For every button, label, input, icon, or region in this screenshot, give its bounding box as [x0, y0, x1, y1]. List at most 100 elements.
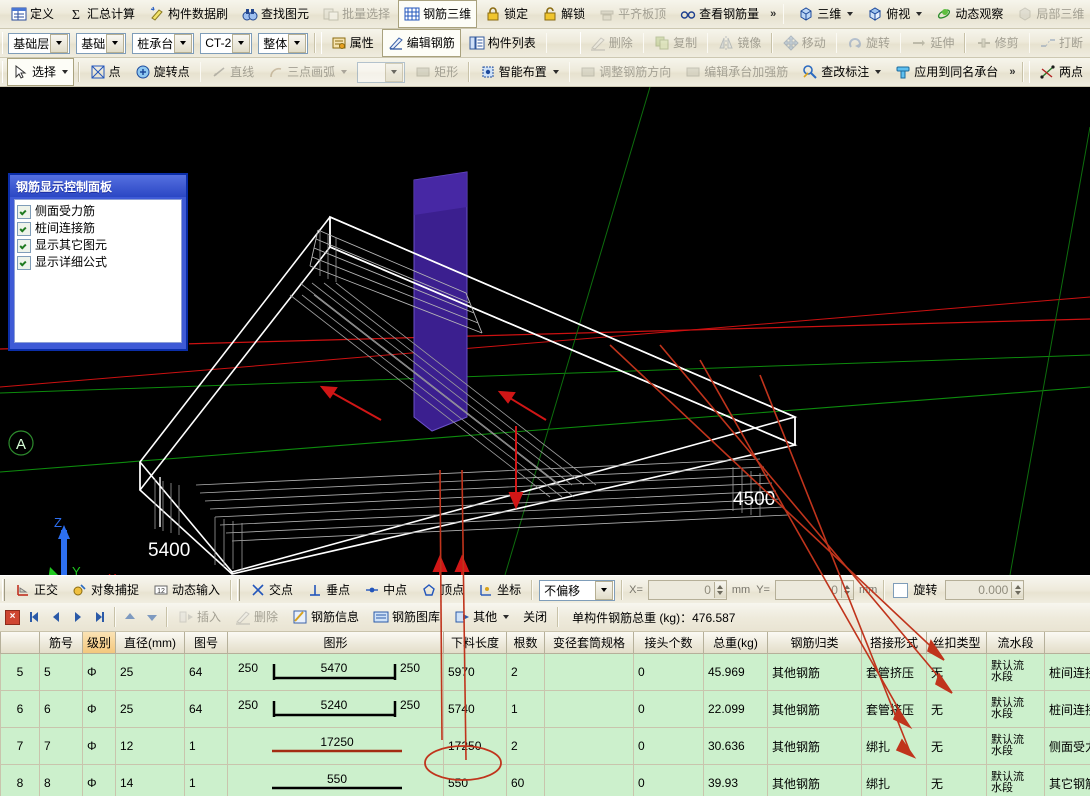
cell-beizhu[interactable]: 桩间连接筋3 — [1045, 691, 1090, 728]
cell-genshu[interactable]: 60 — [507, 765, 545, 796]
cell-guilei[interactable]: 其他钢筋 — [768, 765, 862, 796]
cell-xialiao[interactable]: 17250 — [444, 728, 507, 765]
chevron-down-icon[interactable] — [916, 12, 922, 16]
snap-coordinate-icon[interactable]: 坐标 — [472, 576, 527, 604]
snap-vertex-icon[interactable]: 顶点 — [415, 576, 470, 604]
cell-beizhu[interactable]: 桩间连接筋3 — [1045, 654, 1090, 691]
chevron-down-icon[interactable] — [232, 34, 250, 53]
column-header-jietou[interactable]: 接头个数 — [634, 632, 704, 654]
grid-close-button[interactable]: 关闭 — [517, 603, 553, 631]
toolbar-grip[interactable] — [2, 32, 3, 54]
cell-beizhu[interactable]: 其它钢筋 — [1045, 765, 1090, 796]
cell-zhijing[interactable]: 14 — [116, 765, 185, 796]
draw-rotate-point-icon[interactable]: 旋转点 — [129, 58, 196, 86]
main-unlock-icon[interactable]: 解锁 — [536, 0, 591, 28]
cell-genshu[interactable]: 2 — [507, 728, 545, 765]
cell-zhijing[interactable]: 12 — [116, 728, 185, 765]
cell-biantao[interactable] — [545, 728, 634, 765]
combo-offset[interactable]: 不偏移 — [539, 580, 615, 601]
cell-tuhao[interactable]: 64 — [185, 654, 228, 691]
view-cube-icon[interactable]: 三维 — [792, 0, 859, 28]
rebar-option-row[interactable]: 侧面受力筋 — [17, 203, 179, 220]
draw-check-annot-icon[interactable]: 查改标注 — [796, 58, 887, 86]
cell-beizhu[interactable]: 侧面受力筋 — [1045, 728, 1090, 765]
cell-sikou[interactable]: 无 — [927, 654, 987, 691]
toolbar-grip[interactable] — [237, 579, 241, 601]
nav-down-button[interactable] — [141, 607, 163, 627]
cell-zongzhong[interactable]: 30.636 — [704, 728, 768, 765]
cell-jibie[interactable]: Φ — [83, 691, 116, 728]
cell-dajie[interactable]: 套管挤压 — [862, 654, 927, 691]
panel-close-button[interactable]: × — [5, 610, 20, 625]
rebar-display-control-panel[interactable]: 钢筋显示控制面板 侧面受力筋桩间连接筋显示其它图元显示详细公式 — [8, 173, 188, 351]
nav-edit-rebar-icon[interactable]: 编辑钢筋 — [382, 29, 461, 57]
combo-display-mode[interactable]: 整体 — [258, 33, 308, 54]
cell-genshu[interactable]: 2 — [507, 654, 545, 691]
toolbar-grip[interactable] — [1029, 61, 1031, 83]
y-coordinate-input[interactable]: 0 — [775, 580, 854, 600]
toolbar-grip[interactable] — [2, 579, 6, 601]
column-header-jibie[interactable]: 级别 — [83, 632, 116, 654]
column-header-jinhao[interactable]: 筋号 — [40, 632, 83, 654]
combo-member-type[interactable]: 桩承台 — [132, 33, 194, 54]
cell-liushui[interactable]: 默认流水段 — [987, 654, 1045, 691]
cell-liushui[interactable]: 默认流水段 — [987, 691, 1045, 728]
main-brush-icon[interactable]: 构件数据刷 — [143, 0, 234, 28]
draw-smart-layout-icon[interactable]: 智能布置 — [474, 58, 565, 86]
rebar-option-row[interactable]: 显示其它图元 — [17, 237, 179, 254]
status-snap-icon[interactable]: 对象捕捉 — [66, 576, 145, 604]
cell-zongzhong[interactable]: 22.099 — [704, 691, 768, 728]
cell-jietou[interactable]: 0 — [634, 728, 704, 765]
snap-midpoint-icon[interactable]: 中点 — [358, 576, 413, 604]
cell-dajie[interactable]: 绑扎 — [862, 765, 927, 796]
cell-biantao[interactable] — [545, 654, 634, 691]
rebar-option-row[interactable]: 显示详细公式 — [17, 254, 179, 271]
view-orbit-icon[interactable]: 动态观察 — [930, 0, 1009, 28]
rotate-checkbox[interactable] — [893, 583, 908, 598]
cell-biantao[interactable] — [545, 765, 634, 796]
rebar-option-row[interactable]: 桩间连接筋 — [17, 220, 179, 237]
cell-tuxing[interactable]: 2505240250 — [228, 691, 444, 728]
main-lock-icon[interactable]: 锁定 — [479, 0, 534, 28]
spinner-arrows[interactable] — [1011, 582, 1023, 598]
row-header[interactable]: 6 — [1, 691, 40, 728]
chevron-down-icon[interactable] — [174, 34, 192, 53]
cell-guilei[interactable]: 其他钢筋 — [768, 654, 862, 691]
combo-member-name[interactable]: CT-2 — [200, 33, 252, 54]
checkbox-0[interactable] — [17, 205, 31, 219]
cell-jibie[interactable]: Φ — [83, 728, 116, 765]
grid-rebar-info-icon[interactable]: 钢筋信息 — [286, 603, 365, 631]
cell-jinhao[interactable]: 8 — [40, 765, 83, 796]
draw-cursor-icon[interactable]: 选择 — [7, 58, 74, 86]
cell-tuxing[interactable]: 550 — [228, 765, 444, 796]
chevron-down-icon[interactable] — [503, 615, 509, 619]
column-header-dajie[interactable]: 搭接形式 — [862, 632, 927, 654]
nav-member-list-icon[interactable]: 构件列表 — [463, 29, 542, 57]
cell-tuxing[interactable]: 17250 — [228, 728, 444, 765]
nav-up-button[interactable] — [119, 607, 141, 627]
column-header-guilei[interactable]: 钢筋归类 — [768, 632, 862, 654]
cell-jinhao[interactable]: 7 — [40, 728, 83, 765]
cell-tuhao[interactable]: 1 — [185, 765, 228, 796]
column-header-tuhao[interactable]: 图号 — [185, 632, 228, 654]
cell-jinhao[interactable]: 6 — [40, 691, 83, 728]
main-rebar-3d-icon[interactable]: 钢筋三维 — [398, 0, 477, 28]
row-header[interactable]: 5 — [1, 654, 40, 691]
cell-jibie[interactable]: Φ — [83, 765, 116, 796]
column-header-tuxing[interactable]: 图形 — [228, 632, 444, 654]
chevron-down-icon[interactable] — [595, 581, 613, 600]
cell-guilei[interactable]: 其他钢筋 — [768, 728, 862, 765]
column-header-genshu[interactable]: 根数 — [507, 632, 545, 654]
column-header-rowno[interactable] — [1, 632, 40, 654]
cell-sikou[interactable]: 无 — [927, 765, 987, 796]
spinner-arrows[interactable] — [841, 582, 853, 598]
cell-liushui[interactable]: 默认流水段 — [987, 765, 1045, 796]
cell-xialiao[interactable]: 5740 — [444, 691, 507, 728]
cell-genshu[interactable]: 1 — [507, 691, 545, 728]
view-topview-icon[interactable]: 俯视 — [861, 0, 928, 28]
rotate-value-input[interactable]: 0.000 — [945, 580, 1024, 600]
row-header[interactable]: 7 — [1, 728, 40, 765]
cell-jibie[interactable]: Φ — [83, 654, 116, 691]
row-header[interactable]: 8 — [1, 765, 40, 796]
column-header-liushui[interactable]: 流水段 — [987, 632, 1045, 654]
